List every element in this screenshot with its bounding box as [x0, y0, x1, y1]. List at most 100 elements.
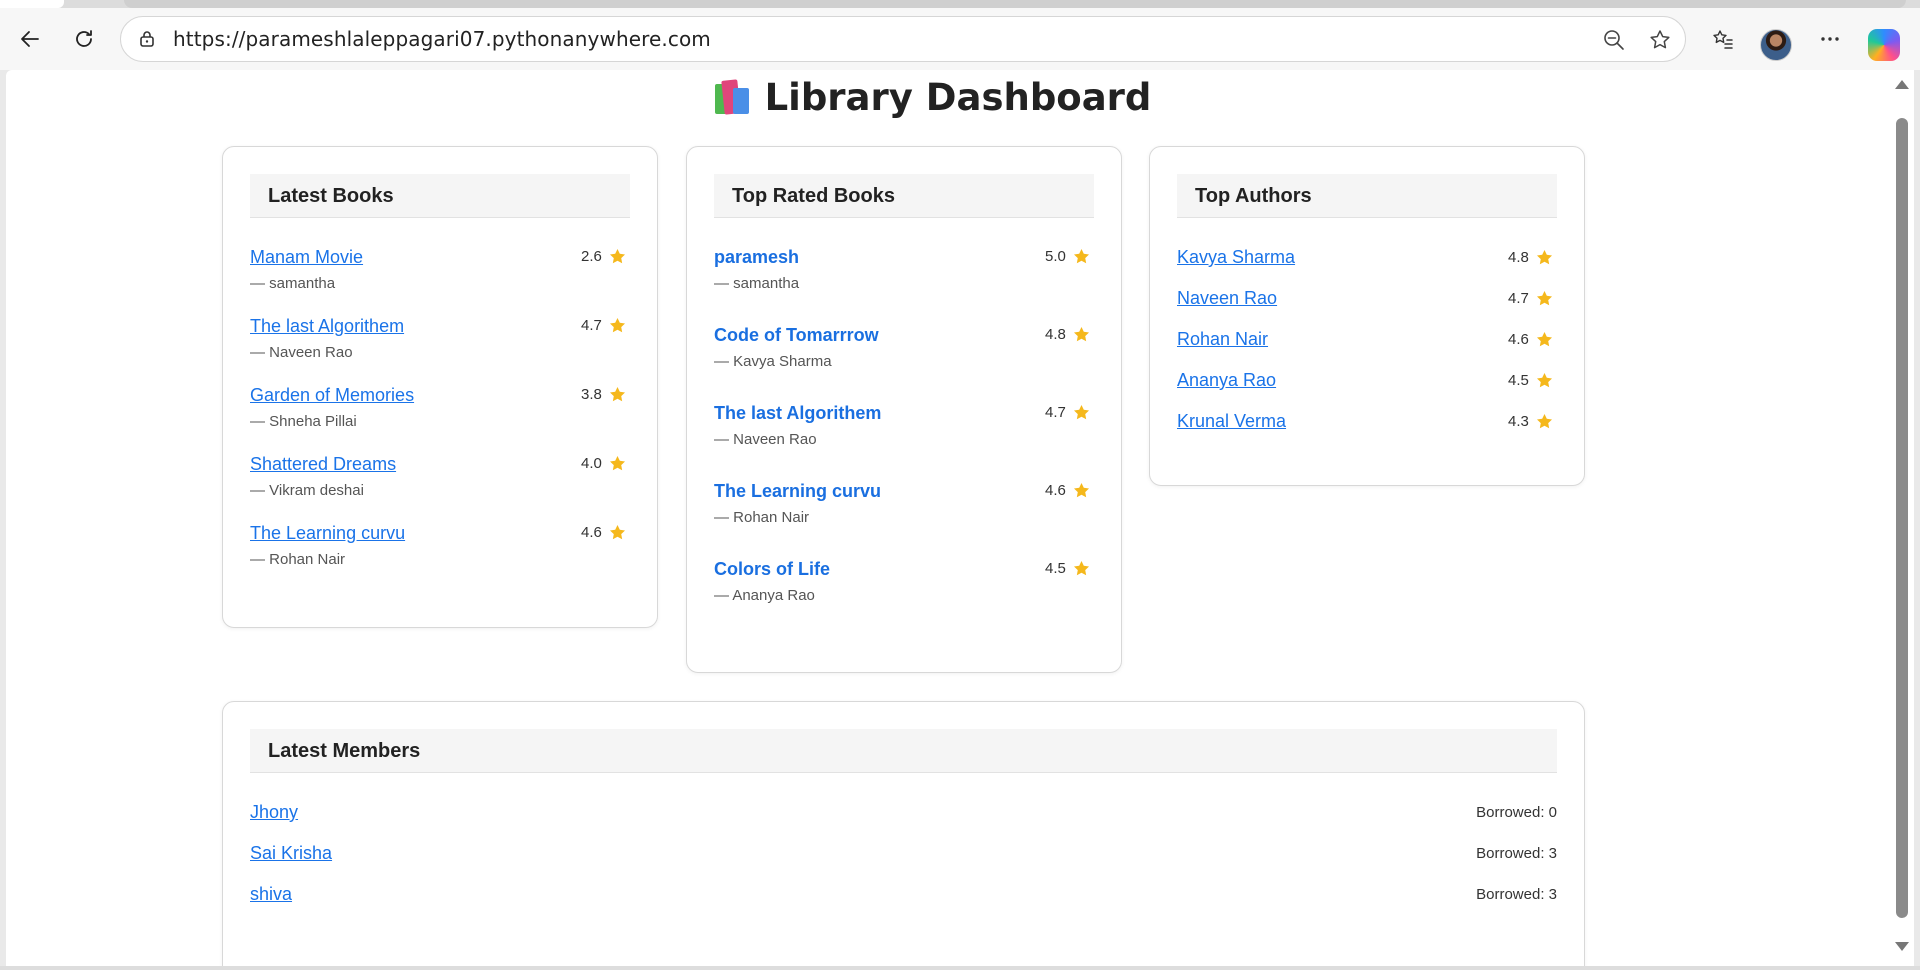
profile-avatar[interactable]: [1760, 29, 1792, 61]
book-link[interactable]: paramesh: [714, 247, 799, 267]
book-author: — Shneha Pillai: [250, 413, 357, 430]
star-icon: [1536, 331, 1552, 347]
star-icon: [1536, 290, 1552, 306]
tab-left[interactable]: [0, 0, 64, 8]
book-author: — Rohan Nair: [714, 509, 810, 526]
scroll-down-icon[interactable]: [1895, 942, 1909, 951]
more-menu-button[interactable]: [1812, 21, 1848, 57]
favorites-button[interactable]: [1705, 21, 1741, 57]
list-item: The last Algorithem — Naveen Rao: [250, 316, 404, 361]
book-rating: 5.0: [1045, 247, 1091, 266]
list-item: The Learning curvu — Rohan Nair: [250, 523, 405, 568]
author-rating: 4.6: [1508, 330, 1554, 349]
book-link[interactable]: The last Algorithem: [250, 316, 404, 336]
book-author: — samantha: [714, 275, 800, 292]
book-link[interactable]: The last Algorithem: [714, 403, 881, 423]
page-viewport: Library Dashboard Latest Books Manam Mov…: [6, 70, 1890, 966]
author-link[interactable]: Ananya Rao: [1177, 370, 1276, 390]
borrowed-count: Borrowed: 3: [1476, 886, 1557, 903]
book-link[interactable]: Code of Tomarrrow: [714, 325, 879, 345]
book-author: — samantha: [250, 275, 336, 292]
scroll-up-icon[interactable]: [1895, 80, 1909, 89]
author-link[interactable]: Naveen Rao: [1177, 288, 1277, 308]
tab-strip: [0, 0, 1920, 8]
author-rating: 4.3: [1508, 412, 1554, 431]
book-rating: 4.6: [1045, 481, 1091, 500]
books-icon: [713, 76, 753, 115]
book-link[interactable]: The Learning curvu: [250, 523, 405, 543]
star-icon: [609, 317, 625, 333]
book-author: — Naveen Rao: [714, 431, 817, 448]
latest-members-heading: Latest Members: [250, 729, 1557, 773]
window-bottom-edge: [0, 966, 1920, 970]
copilot-icon[interactable]: [1868, 29, 1900, 61]
top-authors-card: Top Authors Kavya Sharma 4.8 Naveen Rao …: [1149, 146, 1585, 486]
book-link[interactable]: Shattered Dreams: [250, 454, 396, 474]
list-item: Jhony: [250, 802, 298, 823]
book-link[interactable]: Garden of Memories: [250, 385, 414, 405]
top-authors-heading: Top Authors: [1177, 174, 1557, 218]
top-rated-books-heading: Top Rated Books: [714, 174, 1094, 218]
favorite-star-icon[interactable]: [1647, 27, 1673, 53]
book-link[interactable]: The Learning curvu: [714, 481, 881, 501]
latest-books-heading: Latest Books: [250, 174, 630, 218]
book-link[interactable]: Manam Movie: [250, 247, 363, 267]
back-arrow-icon: [21, 31, 39, 47]
star-icon: [609, 524, 625, 540]
author-rating: 4.7: [1508, 289, 1554, 308]
favorites-list-icon: [1713, 30, 1733, 49]
book-rating: 4.6: [581, 523, 627, 542]
lock-icon[interactable]: [135, 27, 159, 51]
book-link[interactable]: Colors of Life: [714, 559, 830, 579]
star-icon: [609, 248, 625, 264]
star-icon: [1536, 413, 1552, 429]
book-author: — Ananya Rao: [714, 587, 815, 604]
book-rating: 4.7: [581, 316, 627, 335]
tab-active[interactable]: [124, 0, 1906, 8]
list-item: Krunal Verma: [1177, 411, 1286, 432]
borrowed-count: Borrowed: 3: [1476, 845, 1557, 862]
address-bar[interactable]: https://parameshlaleppagari07.pythonanyw…: [120, 16, 1686, 62]
more-dots-icon: [1821, 37, 1839, 41]
book-author: — Kavya Sharma: [714, 353, 832, 370]
list-item: Colors of Life — Ananya Rao: [714, 559, 830, 604]
star-icon: [1073, 482, 1089, 498]
member-link[interactable]: shiva: [250, 884, 292, 904]
list-item: Code of Tomarrrow — Kavya Sharma: [714, 325, 879, 370]
list-item: Naveen Rao: [1177, 288, 1277, 309]
list-item: Garden of Memories — Shneha Pillai: [250, 385, 414, 430]
member-link[interactable]: Jhony: [250, 802, 298, 822]
refresh-button[interactable]: [66, 21, 102, 57]
book-rating: 3.8: [581, 385, 627, 404]
star-icon: [1073, 326, 1089, 342]
book-rating: 4.7: [1045, 403, 1091, 422]
list-item: Rohan Nair: [1177, 329, 1268, 350]
author-link[interactable]: Krunal Verma: [1177, 411, 1286, 431]
list-item: Kavya Sharma: [1177, 247, 1295, 268]
star-icon: [1073, 404, 1089, 420]
list-item: shiva: [250, 884, 292, 905]
list-item: The last Algorithem — Naveen Rao: [714, 403, 881, 448]
page-title: Library Dashboard: [6, 76, 1858, 119]
page-title-text: Library Dashboard: [764, 76, 1152, 119]
back-button[interactable]: [12, 21, 48, 57]
scroll-thumb[interactable]: [1896, 118, 1908, 918]
star-icon: [1073, 560, 1089, 576]
borrowed-count: Borrowed: 0: [1476, 804, 1557, 821]
book-author: — Naveen Rao: [250, 344, 353, 361]
author-link[interactable]: Kavya Sharma: [1177, 247, 1295, 267]
star-icon: [609, 386, 625, 402]
book-author: — Rohan Nair: [250, 551, 346, 568]
browser-toolbar: https://parameshlaleppagari07.pythonanyw…: [0, 8, 1920, 70]
page-scrollbar[interactable]: [1890, 70, 1914, 966]
list-item: The Learning curvu — Rohan Nair: [714, 481, 881, 526]
zoom-out-icon[interactable]: [1601, 27, 1627, 53]
book-rating: 4.5: [1045, 559, 1091, 578]
book-rating: 4.8: [1045, 325, 1091, 344]
star-icon: [1536, 372, 1552, 388]
member-link[interactable]: Sai Krisha: [250, 843, 332, 863]
url-text[interactable]: https://parameshlaleppagari07.pythonanyw…: [173, 27, 711, 51]
latest-members-card: Latest Members Jhony Borrowed: 0 Sai Kri…: [222, 701, 1585, 966]
author-link[interactable]: Rohan Nair: [1177, 329, 1268, 349]
list-item: Ananya Rao: [1177, 370, 1276, 391]
